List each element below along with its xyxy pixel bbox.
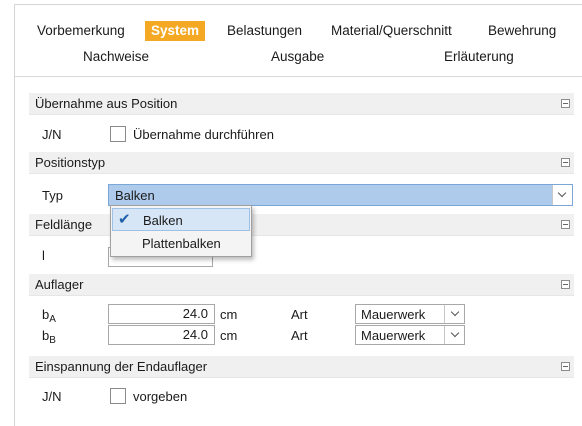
collapse-icon[interactable] <box>561 362 570 371</box>
collapse-icon[interactable] <box>561 158 570 167</box>
dropdown-item-plattenbalken[interactable]: Plattenbalken <box>112 232 250 255</box>
section-header-positionstyp[interactable]: Positionstyp <box>29 152 574 174</box>
tab-material-querschnitt[interactable]: Material/Querschnitt <box>331 21 452 41</box>
art-select-value: Mauerwerk <box>361 328 426 343</box>
art-select-a[interactable]: Mauerwerk <box>355 304 465 324</box>
row-label-jn: J/N <box>42 127 62 142</box>
section-title: Einspannung der Endauflager <box>35 359 208 374</box>
collapse-icon[interactable] <box>561 280 570 289</box>
tab-erlaeuterung[interactable]: Erläuterung <box>444 47 514 67</box>
row-label-l: l <box>42 248 45 263</box>
typ-dropdown-list: ✔ Balken Plattenbalken <box>110 205 252 257</box>
dropdown-button[interactable] <box>552 185 572 205</box>
section-title: Positionstyp <box>35 155 106 170</box>
tab-nachweise[interactable]: Nachweise <box>83 47 149 67</box>
tab-system[interactable]: System <box>145 21 206 41</box>
section-title: Übernahme aus Position <box>35 96 178 111</box>
dropdown-button[interactable] <box>444 326 464 344</box>
collapse-icon[interactable] <box>561 220 570 229</box>
b-a-input[interactable]: 24.0 <box>108 304 215 324</box>
dialog-frame: Vorbemerkung System Belastungen Material… <box>14 4 582 426</box>
unit-label: cm <box>220 328 238 343</box>
section-title: Auflager <box>35 277 84 292</box>
row-label-typ: Typ <box>42 188 63 203</box>
typ-select[interactable]: Balken <box>108 184 573 206</box>
chevron-down-icon <box>450 307 460 317</box>
einspannung-checkbox[interactable] <box>110 388 126 404</box>
typ-select-value: Balken <box>115 188 155 203</box>
art-select-value: Mauerwerk <box>361 307 426 322</box>
subscript: A <box>49 314 56 325</box>
label-b-b: bB <box>42 328 56 346</box>
tab-vorbemerkung[interactable]: Vorbemerkung <box>37 21 125 41</box>
dropdown-item-label: Plattenbalken <box>142 236 221 251</box>
tab-bar: Vorbemerkung System Belastungen Material… <box>15 5 582 77</box>
checkmark-icon: ✔ <box>118 211 131 228</box>
dropdown-item-balken[interactable]: ✔ Balken <box>112 208 250 231</box>
dropdown-button[interactable] <box>444 305 464 323</box>
row-label-jn: J/N <box>42 389 62 404</box>
chevron-down-icon <box>557 188 567 198</box>
tab-bewehrung[interactable]: Bewehrung <box>488 21 556 41</box>
art-label: Art <box>291 307 308 322</box>
chevron-down-icon <box>450 328 460 338</box>
section-header-einspannung[interactable]: Einspannung der Endauflager <box>29 356 574 378</box>
art-select-b[interactable]: Mauerwerk <box>355 325 465 345</box>
uebernahme-checkbox[interactable] <box>110 126 126 142</box>
checkbox-label: vorgeben <box>133 389 188 404</box>
tab-ausgabe[interactable]: Ausgabe <box>271 47 324 67</box>
b-b-input[interactable]: 24.0 <box>108 325 215 345</box>
dropdown-item-label: Balken <box>143 213 183 228</box>
section-header-auflager[interactable]: Auflager <box>29 274 574 296</box>
section-title: Feldlänge <box>35 217 93 232</box>
tab-belastungen[interactable]: Belastungen <box>227 21 302 41</box>
label-b-a: bA <box>42 307 56 325</box>
collapse-icon[interactable] <box>561 99 570 108</box>
subscript: B <box>49 335 56 346</box>
unit-label: cm <box>220 307 238 322</box>
art-label: Art <box>291 328 308 343</box>
section-header-uebernahme[interactable]: Übernahme aus Position <box>29 93 574 115</box>
checkbox-label: Übernahme durchführen <box>133 127 274 142</box>
